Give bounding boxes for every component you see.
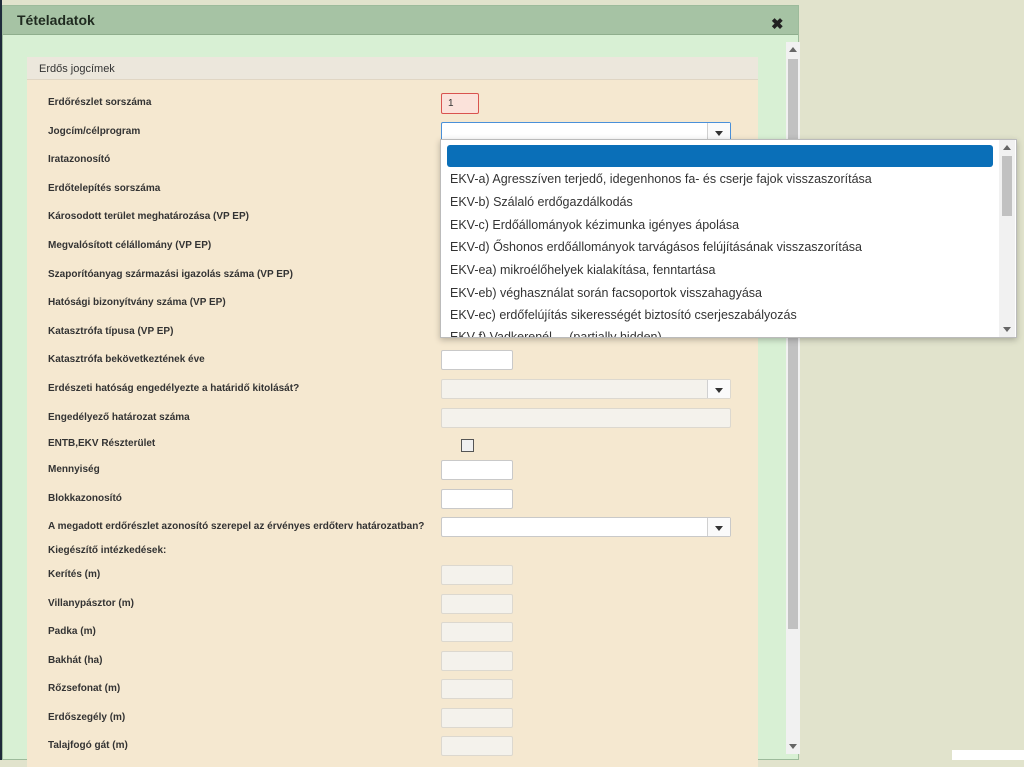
dropdown-option[interactable]: EKV-b) Szálaló erdőgazdálkodás — [450, 195, 633, 209]
dropdown-option[interactable]: EKV-c) Erdőállományok kézimunka igényes … — [450, 218, 739, 232]
erdoterv-hatarozat-select[interactable] — [441, 517, 731, 537]
row-mennyiseg: Mennyiség — [48, 460, 748, 484]
dropdown-option-empty-selected[interactable] — [447, 145, 993, 167]
hatarido-kitolas-select[interactable] — [441, 379, 731, 399]
dropdown-option[interactable]: EKV-eb) véghasználat során facsoportok v… — [450, 286, 762, 300]
label-bakhat: Bakhát (ha) — [48, 655, 103, 666]
label-mennyiseg: Mennyiség — [48, 464, 100, 475]
row-villanypasztor: Villanypásztor (m) — [48, 594, 748, 618]
kerites-input[interactable] — [441, 565, 513, 585]
row-bakhat: Bakhát (ha) — [48, 651, 748, 675]
row-rozsefonat: Rőzsefonat (m) — [48, 679, 748, 703]
label-hatarido-kitolas: Erdészeti hatóság engedélyezte a határid… — [48, 383, 300, 394]
mennyiseg-input[interactable] — [441, 460, 513, 480]
row-erdoterv-hatarozat: A megadott erdőrészlet azonosító szerepe… — [48, 517, 748, 541]
row-erdoszegely: Erdőszegély (m) — [48, 708, 748, 732]
hatarido-kitolas-dropdown-button[interactable] — [707, 380, 730, 398]
katasztrofa-eve-input[interactable] — [441, 350, 513, 370]
scroll-up-icon[interactable] — [1003, 145, 1011, 150]
label-kiegeszito: Kiegészítő intézkedések: — [48, 545, 167, 556]
row-kerites: Kerítés (m) — [48, 565, 748, 589]
engedelyezo-hatarozat-input[interactable] — [441, 408, 731, 428]
label-rozsefonat: Rőzsefonat (m) — [48, 683, 121, 694]
row-hatarido-kitolas: Erdészeti hatóság engedélyezte a határid… — [48, 379, 748, 403]
item-data-dialog: Tételadatok ✖ Erdős jogcímek Erdőrészlet… — [2, 5, 800, 767]
label-kerites: Kerítés (m) — [48, 569, 101, 580]
label-erdotelepites-sorszama: Erdőtelepítés sorszáma — [48, 183, 161, 194]
label-jogcim: Jogcím/célprogram — [48, 126, 141, 137]
dropdown-scrollbar-thumb[interactable] — [1002, 156, 1012, 216]
row-padka: Padka (m) — [48, 622, 748, 646]
row-blokkazonosito: Blokkazonosító — [48, 489, 748, 513]
label-padka: Padka (m) — [48, 626, 96, 637]
dialog-titlebar[interactable]: Tételadatok ✖ — [3, 6, 798, 35]
dropdown-option[interactable]: EKV-f) Vadkerenél.....(partially hidden) — [450, 330, 662, 337]
label-villanypasztor: Villanypásztor (m) — [48, 598, 134, 609]
chevron-down-icon — [715, 131, 723, 136]
erdoreszlet-sorszama-input[interactable]: 1 — [441, 93, 479, 114]
chevron-down-icon — [715, 526, 723, 531]
label-talajfogo-gat: Talajfogó gát (m) — [48, 740, 128, 751]
row-talajfogo-gat: Talajfogó gát (m) — [48, 736, 748, 760]
bakhat-input[interactable] — [441, 651, 513, 671]
dropdown-option[interactable]: EKV-a) Agresszíven terjedő, idegenhonos … — [450, 172, 872, 186]
row-kiegeszito: Kiegészítő intézkedések: — [48, 541, 748, 565]
scroll-down-icon[interactable] — [789, 744, 797, 749]
label-katasztrofa-tipusa: Katasztrófa típusa (VP EP) — [48, 326, 174, 337]
blokkazonosito-input[interactable] — [441, 489, 513, 509]
chevron-down-icon — [715, 388, 723, 393]
label-erdoreszlet-sorszama: Erdőrészlet sorszáma — [48, 97, 152, 108]
section-title: Erdős jogcímek — [39, 63, 115, 75]
dropdown-option[interactable]: EKV-ec) erdőfelújítás sikerességét bizto… — [450, 308, 797, 322]
padka-input[interactable] — [441, 622, 513, 642]
label-blokkazonosito: Blokkazonosító — [48, 493, 122, 504]
label-iratazonosito: Iratazonosító — [48, 154, 111, 165]
rozsefonat-input[interactable] — [441, 679, 513, 699]
scroll-down-icon[interactable] — [1003, 327, 1011, 332]
label-karosodott-terulet: Károsodott terület meghatározása (VP EP) — [48, 211, 249, 222]
erdoszegely-input[interactable] — [441, 708, 513, 728]
row-katasztrofa-eve: Katasztrófa bekövetkeztének éve — [48, 350, 748, 374]
label-megvalositott-celallomany: Megvalósított célállomány (VP EP) — [48, 240, 212, 251]
row-entb-ekv: ENTB,EKV Részterület — [48, 434, 748, 458]
erdoterv-hatarozat-dropdown-button[interactable] — [707, 518, 730, 536]
label-hatosagi-bizonyitvany: Hatósági bizonyítvány száma (VP EP) — [48, 297, 226, 308]
jogcim-dropdown-list: EKV-a) Agresszíven terjedő, idegenhonos … — [440, 139, 1017, 338]
dropdown-option[interactable]: EKV-d) Őshonos erdőállományok tarvágásos… — [450, 240, 862, 254]
background-window-fragment — [952, 750, 1024, 760]
label-szaporitoanyag: Szaporítóanyag származási igazolás száma… — [48, 269, 293, 280]
talajfogo-gat-input[interactable] — [441, 736, 513, 756]
row-erdoreszlet-sorszama: Erdőrészlet sorszáma 1 — [48, 93, 748, 117]
dropdown-scrollbar[interactable] — [999, 140, 1015, 337]
entb-ekv-checkbox[interactable] — [461, 439, 474, 452]
section-header: Erdős jogcímek — [27, 57, 758, 80]
villanypasztor-input[interactable] — [441, 594, 513, 614]
erdoreszlet-sorszama-value: 1 — [448, 98, 454, 109]
close-icon[interactable]: ✖ — [771, 17, 784, 32]
label-erdoterv-hatarozat: A megadott erdőrészlet azonosító szerepe… — [48, 521, 425, 532]
label-erdoszegely: Erdőszegély (m) — [48, 712, 126, 723]
dropdown-option[interactable]: EKV-ea) mikroélőhelyek kialakítása, fenn… — [450, 263, 715, 277]
label-katasztrofa-eve: Katasztrófa bekövetkeztének éve — [48, 354, 205, 365]
row-engedelyezo-hatarozat: Engedélyező határozat száma — [48, 408, 748, 432]
label-entb-ekv: ENTB,EKV Részterület — [48, 438, 156, 449]
scroll-up-icon[interactable] — [789, 47, 797, 52]
dialog-title: Tételadatok — [17, 12, 95, 28]
label-engedelyezo-hatarozat: Engedélyező határozat száma — [48, 412, 190, 423]
